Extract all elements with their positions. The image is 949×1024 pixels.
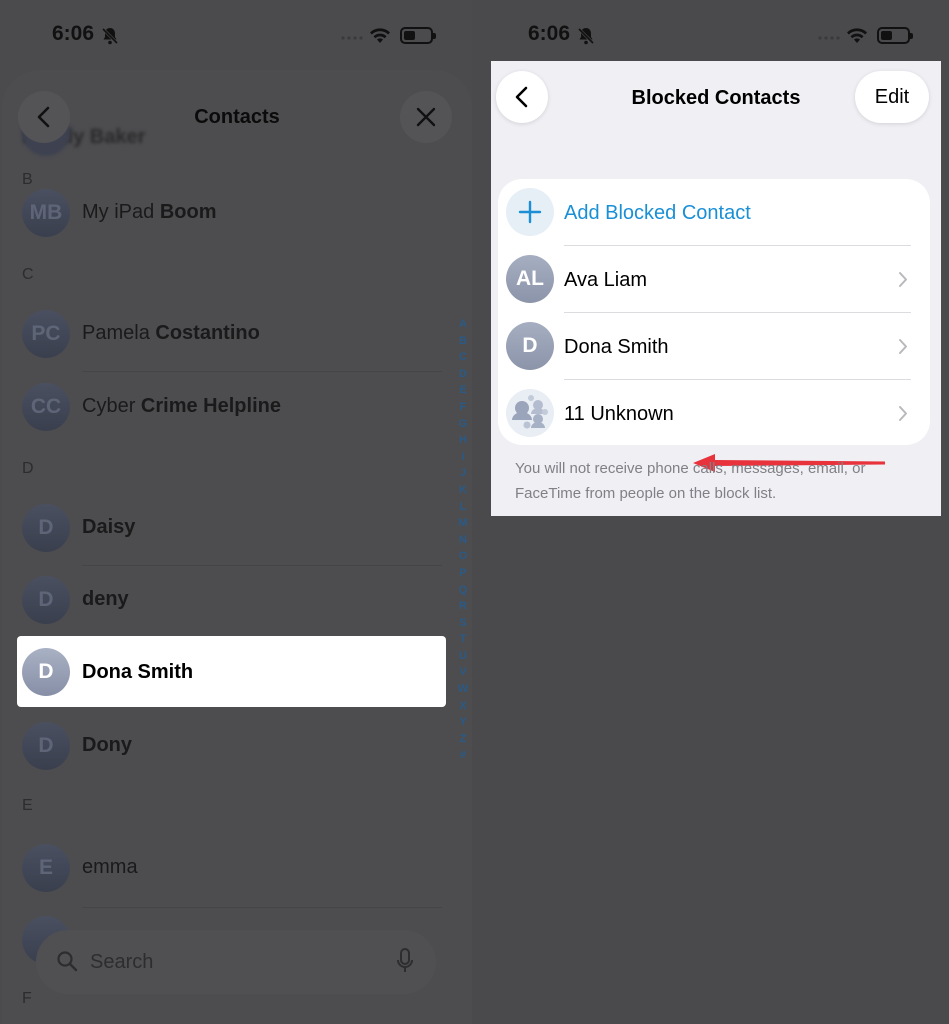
avatar: CC xyxy=(22,383,70,431)
highlighted-contact-row[interactable]: D Dona Smith xyxy=(17,636,446,707)
contact-row[interactable]: D deny xyxy=(22,570,442,630)
plus-icon xyxy=(506,188,554,236)
index-letter[interactable]: D xyxy=(455,366,471,383)
blocked-contacts-panel: Blocked Contacts Edit Add Blocked Contac… xyxy=(491,61,941,516)
index-letter[interactable]: Z xyxy=(455,731,471,748)
contacts-screen: 6:06 Boddy Baker Contacts B MB My iPad B… xyxy=(0,0,472,1024)
index-letter[interactable]: # xyxy=(455,747,471,764)
index-letter[interactable]: F xyxy=(455,399,471,416)
index-letter[interactable]: Y xyxy=(455,714,471,731)
index-letter[interactable]: E xyxy=(455,382,471,399)
index-letter[interactable]: Q xyxy=(455,582,471,599)
status-bar: 6:06 xyxy=(472,0,949,70)
blocked-contacts-screen: 6:06 Blocked Contacts Edit Add Blocked C… xyxy=(472,0,949,1024)
status-time: 6:06 xyxy=(52,22,95,45)
index-letter[interactable]: R xyxy=(455,598,471,615)
contact-row[interactable]: CC Cyber Crime Helpline xyxy=(22,377,442,437)
index-letter[interactable]: W xyxy=(455,681,471,698)
close-button[interactable] xyxy=(400,91,452,143)
blocked-contact-name: Ava Liam xyxy=(564,269,648,291)
edit-button[interactable]: Edit xyxy=(855,71,929,123)
blocked-contact-name: 11 Unknown xyxy=(564,403,674,425)
avatar: D xyxy=(22,576,70,624)
blocked-list: Add Blocked Contact AL Ava Liam D Dona S… xyxy=(498,179,930,472)
index-letter[interactable]: K xyxy=(455,482,471,499)
index-letter[interactable]: A xyxy=(455,316,471,333)
contact-row[interactable]: D Dony xyxy=(22,716,442,776)
status-time: 6:06 xyxy=(528,22,571,45)
bell-slash-icon xyxy=(101,27,119,45)
alphabet-index[interactable]: A B C D E F G H I J K L M N O P Q R S T … xyxy=(455,316,471,764)
index-letter[interactable]: V xyxy=(455,664,471,681)
add-blocked-contact-label: Add Blocked Contact xyxy=(564,202,751,224)
index-letter[interactable]: P xyxy=(455,565,471,582)
contact-row[interactable]: PC Pamela Costantino xyxy=(22,304,442,372)
index-letter[interactable]: M xyxy=(455,515,471,532)
blocked-contact-row[interactable]: AL Ava Liam xyxy=(498,246,930,313)
cellular-signal-icon xyxy=(818,36,840,40)
contact-name: deny xyxy=(82,588,129,610)
contact-name: Dona Smith xyxy=(82,661,194,683)
index-letter[interactable]: X xyxy=(455,698,471,715)
wifi-icon xyxy=(370,28,390,43)
section-header-d: D xyxy=(22,460,34,477)
status-bar: 6:06 xyxy=(0,0,472,70)
contact-row[interactable]: E emma xyxy=(22,838,442,908)
index-letter[interactable]: G xyxy=(455,416,471,433)
cellular-signal-icon xyxy=(341,36,363,40)
row-divider xyxy=(82,907,442,908)
search-icon xyxy=(57,951,78,972)
microphone-icon[interactable] xyxy=(396,948,414,974)
contact-name: Dony xyxy=(82,734,132,756)
index-letter[interactable]: N xyxy=(455,532,471,549)
contact-name: My iPad Boom xyxy=(82,201,217,223)
close-icon xyxy=(416,107,436,127)
contact-row[interactable]: MB My iPad Boom xyxy=(22,183,442,243)
battery-icon xyxy=(877,27,913,44)
blocked-contact-row[interactable]: D Dona Smith xyxy=(498,313,930,380)
avatar: AL xyxy=(506,255,554,303)
index-letter[interactable]: C xyxy=(455,349,471,366)
index-letter[interactable]: B xyxy=(455,333,471,350)
avatar: D xyxy=(22,504,70,552)
row-divider xyxy=(82,371,442,372)
index-letter[interactable]: T xyxy=(455,631,471,648)
row-divider xyxy=(82,565,442,566)
avatar: E xyxy=(22,844,70,892)
chevron-right-icon xyxy=(899,406,907,421)
index-letter[interactable]: I xyxy=(455,449,471,466)
blocked-contact-name: Dona Smith xyxy=(564,336,669,358)
index-letter[interactable]: O xyxy=(455,548,471,565)
avatar: MB xyxy=(22,189,70,237)
avatar: D xyxy=(22,648,70,696)
avatar: D xyxy=(506,322,554,370)
blocked-contact-row[interactable]: 11 Unknown xyxy=(498,380,930,447)
chevron-right-icon xyxy=(899,339,907,354)
avatar: PC xyxy=(22,310,70,358)
unknown-group-icon xyxy=(506,389,554,437)
wifi-icon xyxy=(847,28,867,43)
index-letter[interactable]: H xyxy=(455,432,471,449)
block-list-footnote: You will not receive phone calls, messag… xyxy=(515,460,866,502)
contact-row[interactable]: D Daisy xyxy=(22,498,442,566)
contact-name: emma xyxy=(82,856,138,878)
contact-name: Daisy xyxy=(82,516,136,538)
index-letter[interactable]: U xyxy=(455,648,471,665)
avatar: D xyxy=(22,722,70,770)
index-letter[interactable]: S xyxy=(455,615,471,632)
contact-name: Pamela Costantino xyxy=(82,322,260,344)
chevron-right-icon xyxy=(899,272,907,287)
section-header-c: C xyxy=(22,266,34,283)
index-letter[interactable]: L xyxy=(455,499,471,516)
section-header-e: E xyxy=(22,797,33,814)
index-letter[interactable]: J xyxy=(455,465,471,482)
battery-icon xyxy=(400,27,436,44)
section-header-f: F xyxy=(22,990,32,1007)
search-placeholder: Search xyxy=(90,951,154,973)
search-field[interactable]: Search xyxy=(36,930,436,994)
bell-slash-icon xyxy=(577,27,595,45)
add-blocked-contact-row[interactable]: Add Blocked Contact xyxy=(498,179,930,246)
contact-name: Cyber Crime Helpline xyxy=(82,395,281,417)
